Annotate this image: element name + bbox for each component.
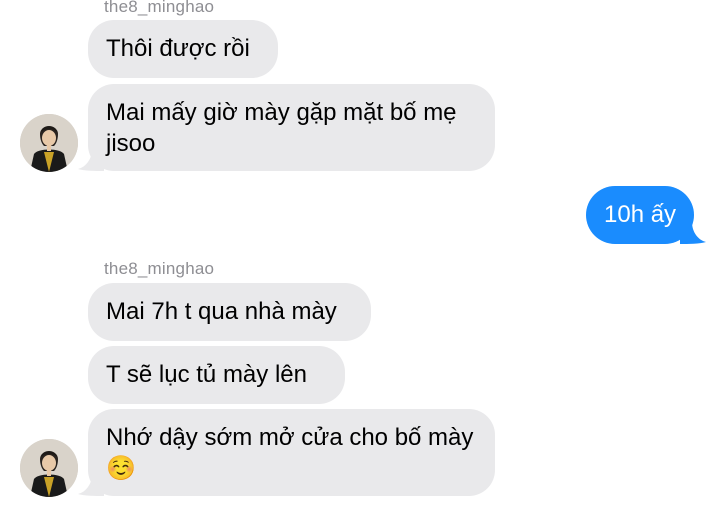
- message-bubble-incoming[interactable]: Thôi được rồi: [88, 20, 278, 78]
- message-text: Nhớ dậy sớm mở cửa cho bố mày: [106, 424, 474, 451]
- message-text: T sẽ lục tủ mày lên: [106, 361, 307, 388]
- bubble-tail-icon: [78, 149, 104, 171]
- message-bubble-incoming[interactable]: Mai mấy giờ mày gặp mặt bố mẹ jisoo: [88, 84, 495, 171]
- avatar-photo-icon: [20, 114, 78, 172]
- message-bubble-outgoing[interactable]: 10h ấy: [586, 186, 694, 244]
- bubble-tail-icon: [78, 474, 104, 496]
- message-text: Mai mấy giờ mày gặp mặt bố mẹ jisoo: [106, 99, 457, 157]
- sender-name: the8_minghao: [104, 0, 215, 16]
- message-bubble-incoming[interactable]: Nhớ dậy sớm mở cửa cho bố mày ☺️: [88, 409, 495, 496]
- avatar-photo-icon: [20, 439, 78, 497]
- message-bubble-incoming[interactable]: T sẽ lục tủ mày lên: [88, 346, 345, 404]
- sender-name: the8_minghao: [104, 259, 215, 278]
- avatar[interactable]: [20, 439, 78, 497]
- message-text: 10h ấy: [604, 201, 677, 228]
- message-text: Thôi được rồi: [106, 35, 250, 62]
- avatar[interactable]: [20, 114, 78, 172]
- message-text: Mai 7h t qua nhà mày: [106, 298, 337, 325]
- bubble-tail-icon: [680, 222, 706, 244]
- smiling-face-emoji-icon: ☺️: [106, 455, 136, 482]
- message-bubble-incoming[interactable]: Mai 7h t qua nhà mày: [88, 283, 371, 341]
